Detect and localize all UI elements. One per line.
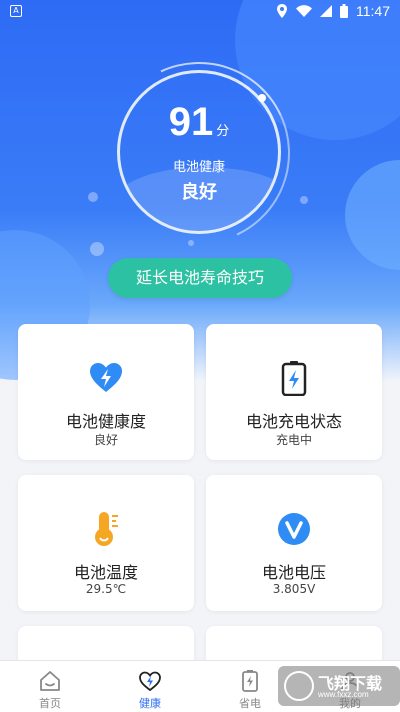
- watermark: 飞翔下载 www.fxxz.com: [278, 666, 400, 706]
- heart-bolt-icon: [90, 363, 122, 392]
- tab-label: 首页: [39, 697, 61, 710]
- decor-dot: [300, 196, 308, 204]
- card-value: 充电中: [275, 433, 312, 447]
- battery-charging-icon: [281, 361, 307, 396]
- tab-health[interactable]: 健康: [100, 661, 200, 712]
- card-value: 3.805V: [272, 582, 316, 596]
- card-title: 电池温度: [73, 563, 138, 582]
- battery-icon: [242, 670, 258, 692]
- battery-status-icon: [340, 4, 348, 18]
- card-value: 良好: [93, 433, 118, 447]
- signal-icon: [320, 5, 332, 17]
- wifi-icon: [296, 5, 312, 17]
- health-label: 电池健康: [172, 160, 225, 175]
- heart-bolt-icon: [139, 671, 161, 692]
- voltage-icon: [278, 513, 310, 545]
- card-title: 电池充电状态: [245, 412, 342, 431]
- clock: 11:47: [356, 3, 390, 19]
- decor-dot: [90, 242, 104, 256]
- card-battery-temperature[interactable]: 电池温度 29.5℃: [18, 475, 194, 611]
- tab-home[interactable]: 首页: [0, 661, 100, 712]
- score-unit: 分: [216, 124, 230, 139]
- card-battery-voltage[interactable]: 电池电压 3.805V: [206, 475, 382, 611]
- card-charging-state[interactable]: 电池充电状态 充电中: [206, 324, 382, 460]
- watermark-url: www.fxxz.com: [318, 690, 369, 699]
- notification-icon: A: [10, 5, 22, 17]
- card-value: 29.5℃: [85, 582, 127, 596]
- location-icon: [277, 4, 287, 18]
- health-score: 91 分: [117, 100, 281, 145]
- card-battery-health[interactable]: 电池健康度 良好: [18, 324, 194, 460]
- card-title: 电池健康度: [65, 412, 146, 431]
- decor-dot: [88, 192, 98, 202]
- home-icon: [40, 671, 60, 691]
- tab-label: 健康: [139, 697, 161, 710]
- score-ring: [117, 70, 281, 234]
- health-status: 良好: [181, 182, 217, 203]
- battery-tips-button[interactable]: 延长电池寿命技巧: [108, 258, 292, 298]
- decor-blob: [345, 160, 400, 270]
- score-value: 91: [168, 100, 214, 144]
- card-title: 电池电压: [261, 563, 326, 582]
- status-bar: A 11:47: [0, 0, 400, 24]
- thermometer-icon: [95, 512, 118, 546]
- watermark-logo-icon: [284, 671, 314, 701]
